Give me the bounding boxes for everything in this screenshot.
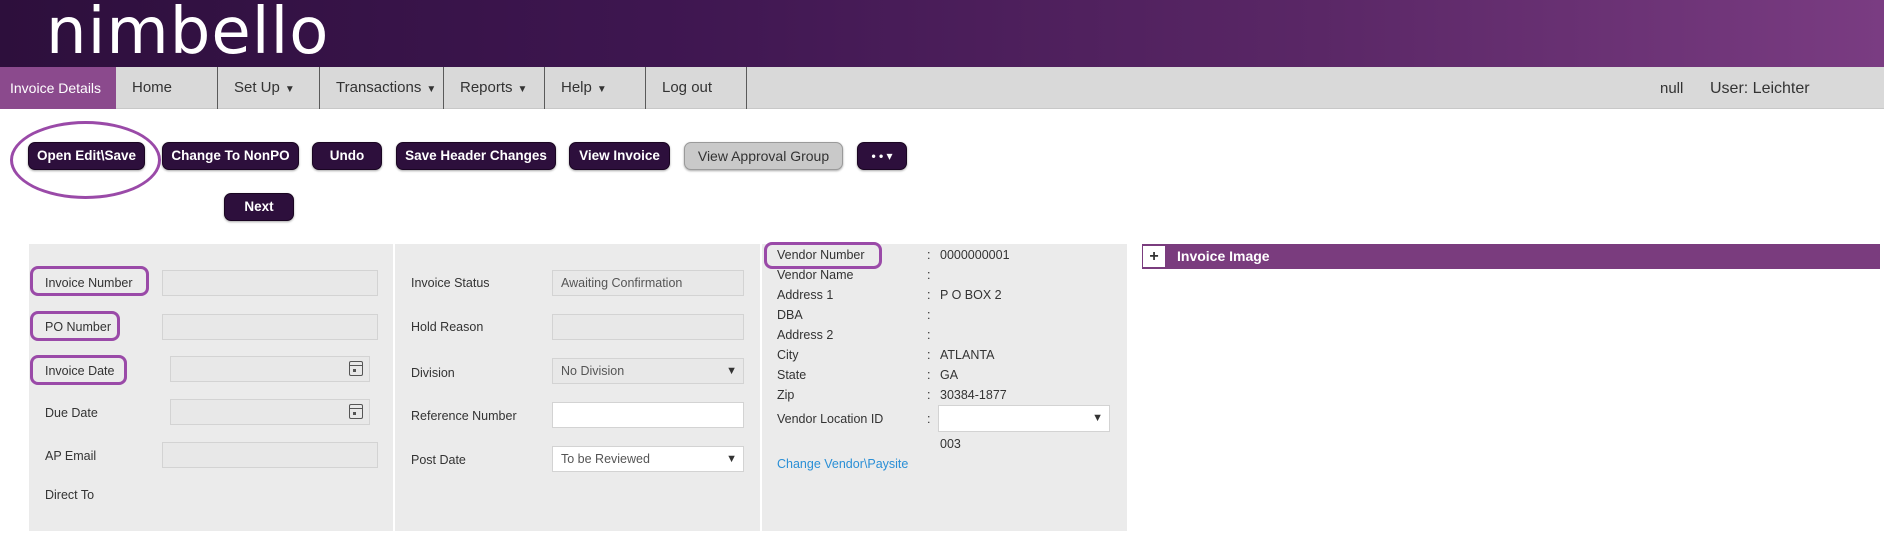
zip-label: Zip bbox=[777, 388, 795, 402]
ap-email-label: AP Email bbox=[45, 449, 97, 463]
hold-reason-input[interactable] bbox=[552, 314, 744, 340]
chevron-down-icon: ▼ bbox=[596, 84, 607, 95]
state-label: State bbox=[777, 368, 807, 382]
colon: : bbox=[927, 412, 931, 426]
nav-help[interactable]: Help ▼ bbox=[545, 67, 646, 109]
po-number-input[interactable] bbox=[162, 314, 378, 340]
invoice-image-title: Invoice Image bbox=[1177, 248, 1270, 264]
invoice-status-field: Awaiting Confirmation bbox=[552, 270, 744, 296]
colon: : bbox=[927, 268, 931, 282]
invoice-image-header[interactable]: + Invoice Image bbox=[1142, 244, 1880, 269]
zip-value: 30384-1877 bbox=[940, 388, 1007, 402]
chevron-down-icon: ▼ bbox=[517, 84, 528, 95]
undo-button[interactable]: Undo bbox=[312, 142, 382, 170]
dba-label: DBA bbox=[777, 308, 803, 322]
nimbello-logo[interactable]: nimbello bbox=[46, 0, 329, 70]
vendor-location-code: 003 bbox=[940, 437, 961, 451]
due-date-input[interactable] bbox=[170, 399, 370, 425]
city-label: City bbox=[777, 348, 799, 362]
address1-value: P O BOX 2 bbox=[940, 288, 1002, 302]
reference-number-label: Reference Number bbox=[411, 409, 517, 423]
vendor-number-label: Vendor Number bbox=[777, 248, 865, 262]
division-select[interactable]: No Division ▼ bbox=[552, 358, 744, 384]
view-approval-group-button[interactable]: View Approval Group bbox=[684, 142, 843, 170]
plus-icon[interactable]: + bbox=[1143, 246, 1165, 267]
change-vendor-link[interactable]: Change Vendor\Paysite bbox=[777, 457, 908, 471]
user-label: User: Leichter bbox=[1710, 80, 1810, 97]
colon: : bbox=[927, 388, 931, 402]
invoice-date-label: Invoice Date bbox=[45, 364, 115, 378]
post-date-select[interactable]: To be Reviewed ▼ bbox=[552, 446, 744, 472]
next-button[interactable]: Next bbox=[224, 193, 294, 221]
null-text: null bbox=[1660, 80, 1684, 97]
chevron-down-icon: ▼ bbox=[1092, 412, 1103, 424]
invoice-date-input[interactable] bbox=[170, 356, 370, 382]
due-date-label: Due Date bbox=[45, 406, 98, 420]
change-to-nonpo-button[interactable]: Change To NonPO bbox=[162, 142, 299, 170]
nav-reports[interactable]: Reports ▼ bbox=[444, 67, 545, 109]
chevron-down-icon: ▼ bbox=[284, 84, 295, 95]
post-date-label: Post Date bbox=[411, 453, 466, 467]
colon: : bbox=[927, 328, 931, 342]
city-value: ATLANTA bbox=[940, 348, 995, 362]
nav-set-up[interactable]: Set Up ▼ bbox=[218, 67, 320, 109]
chevron-down-icon: ▼ bbox=[426, 84, 437, 95]
colon: : bbox=[927, 288, 931, 302]
division-label: Division bbox=[411, 366, 455, 380]
save-header-changes-button[interactable]: Save Header Changes bbox=[396, 142, 556, 170]
chevron-down-icon: ▼ bbox=[726, 453, 737, 465]
colon: : bbox=[927, 368, 931, 382]
state-value: GA bbox=[940, 368, 959, 382]
invoice-number-label: Invoice Number bbox=[45, 276, 133, 290]
main-nav: Invoice Details Home Set Up ▼ Transaction… bbox=[0, 67, 1884, 109]
address2-label: Address 2 bbox=[777, 328, 834, 342]
nav-home[interactable]: Home bbox=[116, 67, 218, 109]
view-invoice-button[interactable]: View Invoice bbox=[569, 142, 670, 170]
chevron-down-icon: ▼ bbox=[726, 365, 737, 377]
vendor-name-label: Vendor Name bbox=[777, 268, 854, 282]
po-number-label: PO Number bbox=[45, 320, 111, 334]
hold-reason-label: Hold Reason bbox=[411, 320, 484, 334]
vendor-location-label: Vendor Location ID bbox=[777, 412, 884, 426]
open-edit-save-button[interactable]: Open Edit\Save bbox=[28, 142, 145, 170]
invoice-number-input[interactable] bbox=[162, 270, 378, 296]
colon: : bbox=[927, 348, 931, 362]
reference-number-input[interactable] bbox=[552, 402, 744, 428]
ap-email-input[interactable] bbox=[162, 442, 378, 468]
nav-log-out[interactable]: Log out bbox=[646, 67, 747, 109]
address1-label: Address 1 bbox=[777, 288, 834, 302]
colon: : bbox=[927, 308, 931, 322]
vendor-location-select[interactable]: ▼ bbox=[938, 405, 1110, 432]
brand-header: nimbello bbox=[0, 0, 1884, 70]
nav-invoice-details[interactable]: Invoice Details bbox=[0, 67, 116, 109]
more-options-button[interactable]: • • ▾ bbox=[857, 142, 907, 170]
invoice-status-label: Invoice Status bbox=[411, 276, 490, 290]
calendar-icon[interactable] bbox=[349, 361, 363, 376]
calendar-icon[interactable] bbox=[349, 404, 363, 419]
nav-transactions[interactable]: Transactions ▼ bbox=[320, 67, 444, 109]
vendor-number-value: 0000000001 bbox=[940, 248, 1010, 262]
colon: : bbox=[927, 248, 931, 262]
direct-to-label: Direct To bbox=[45, 488, 95, 502]
